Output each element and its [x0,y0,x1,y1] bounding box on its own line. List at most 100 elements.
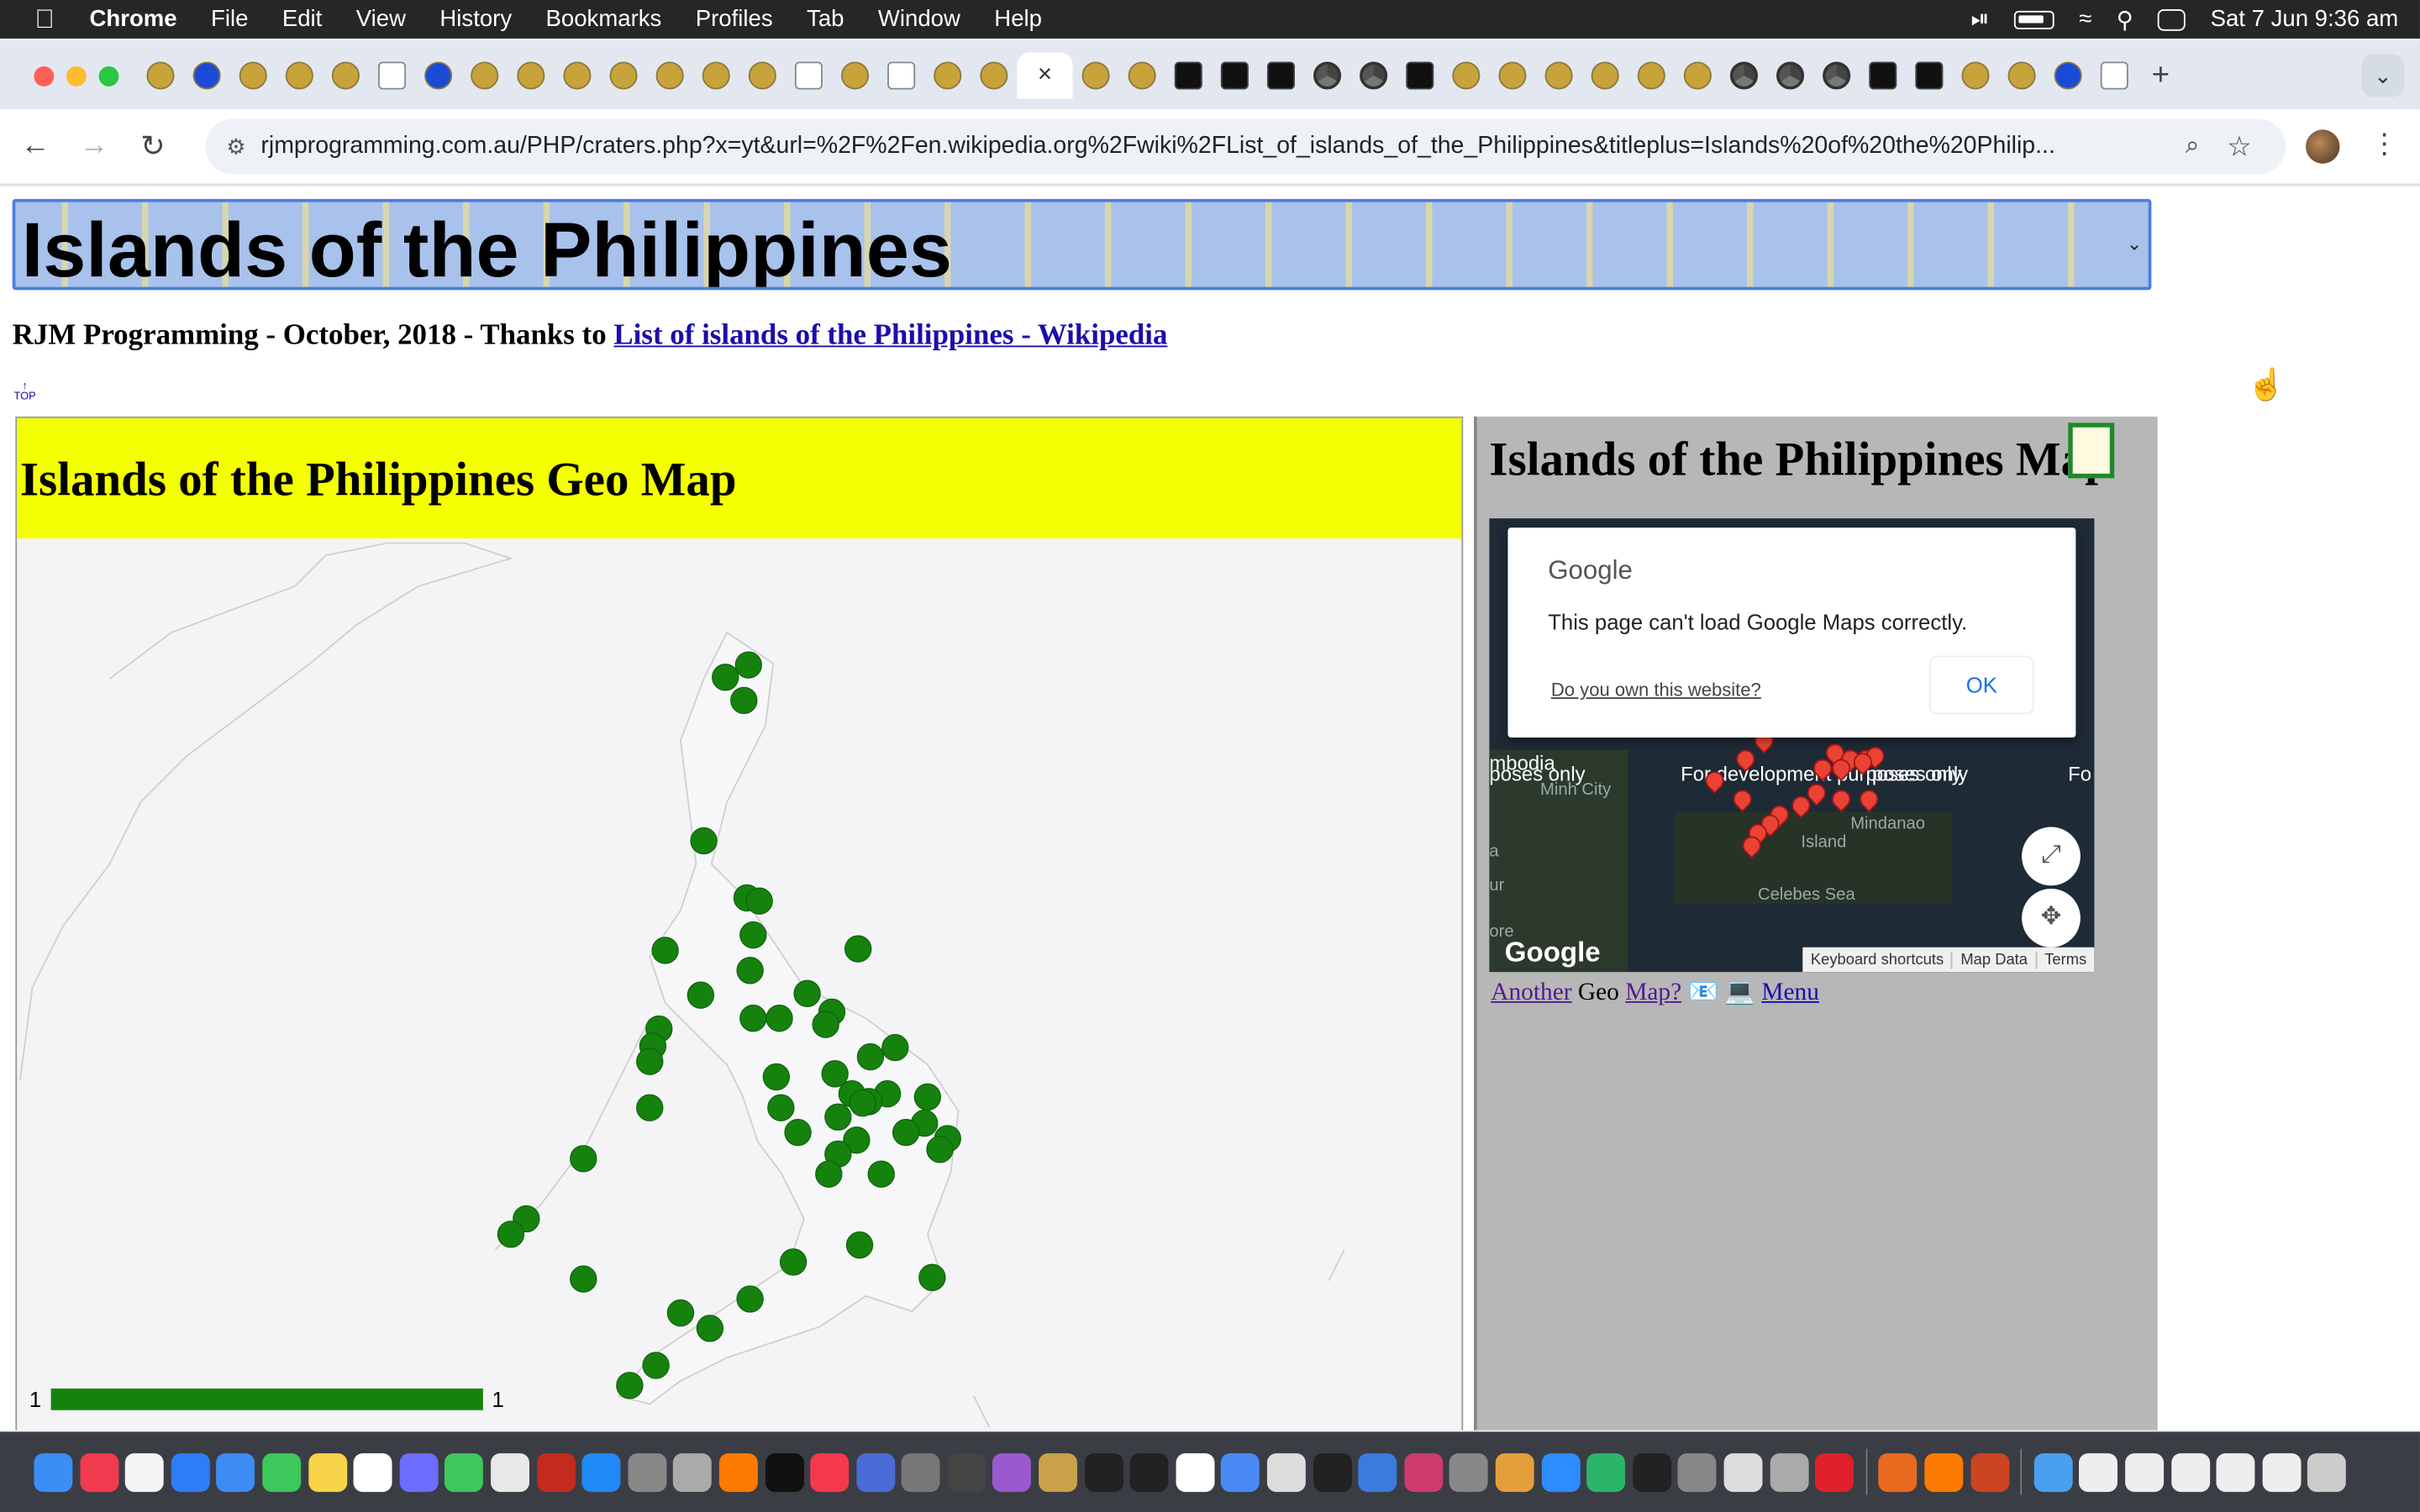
zoom-icon[interactable]: ⌕ [2186,133,2199,160]
island-marker[interactable] [845,1231,874,1259]
tab-brush[interactable] [508,52,554,98]
dock-news-icon[interactable] [810,1452,850,1492]
tab-info[interactable] [415,52,461,98]
tab-brush[interactable] [230,52,276,98]
tab-afl[interactable] [1628,52,1675,98]
dock-gimp-icon[interactable] [1678,1452,1718,1492]
island-marker[interactable] [696,1315,724,1342]
menu-app-name[interactable]: Chrome [90,6,177,32]
tab-brush[interactable] [971,52,1017,98]
close-tab-icon[interactable]: × [1038,61,1052,89]
dock-messages-icon[interactable] [262,1452,302,1492]
dock-inkscape-icon[interactable] [1632,1452,1671,1492]
island-marker[interactable] [616,1372,644,1399]
tab-chrome[interactable] [1721,52,1767,98]
dock-appstore-icon[interactable] [581,1452,621,1492]
tab-brush[interactable] [1119,52,1165,98]
menu-profiles[interactable]: Profiles [696,6,773,32]
dock-filezilla-icon[interactable] [536,1452,576,1492]
dock-sequelpro-icon[interactable] [1723,1452,1763,1492]
email-icon[interactable]: 📧 [1687,979,1718,1005]
island-marker[interactable] [497,1221,525,1248]
tab-wiki[interactable] [2091,52,2138,98]
island-marker[interactable] [844,935,872,963]
battery-icon[interactable] [2013,9,2054,29]
menu-view[interactable]: View [356,6,406,32]
tab-page[interactable] [369,52,415,98]
island-marker[interactable] [918,1263,946,1291]
dock-window-icon[interactable] [2216,1452,2255,1492]
dock-music-icon[interactable] [79,1452,118,1492]
tab-brush[interactable] [924,52,971,98]
tab-brush[interactable] [1999,52,2045,98]
menu-bookmarks[interactable]: Bookmarks [546,6,662,32]
tab-search-dropdown[interactable]: ⌄ [2361,54,2405,97]
tab-abc[interactable] [1397,52,1443,98]
computer-icon[interactable]: 💻 [1724,979,1755,1005]
tab-brush[interactable] [739,52,786,98]
dock-chrome-icon[interactable] [1221,1452,1260,1492]
tab-info[interactable] [2045,52,2091,98]
tab-page[interactable] [878,52,924,98]
dock-keka-icon[interactable] [1769,1452,1808,1492]
another-link[interactable]: Another [1491,979,1571,1005]
dock-window-icon[interactable] [2170,1452,2210,1492]
island-marker[interactable] [730,686,758,715]
tab-dots[interactable] [1675,52,1721,98]
island-marker[interactable] [867,1160,895,1188]
island-marker[interactable] [570,1265,597,1293]
island-marker[interactable] [570,1145,597,1173]
close-window-button[interactable] [34,66,55,86]
map-link[interactable]: Map? [1625,979,1681,1005]
geo-chart-map[interactable] [17,538,1462,1431]
dock-notes-icon[interactable] [308,1452,347,1492]
tab-page[interactable] [786,52,832,98]
menu-link[interactable]: Menu [1761,979,1819,1005]
dock-trash-icon[interactable] [2307,1452,2347,1492]
dock-window-icon[interactable] [2262,1452,2301,1492]
zoom-window-button[interactable] [98,66,119,86]
tab-circle[interactable] [1582,52,1628,98]
bookmark-star-icon[interactable]: ☆ [2227,130,2252,163]
dock-calendar-icon[interactable] [1176,1452,1215,1492]
tab-dots[interactable] [1443,52,1489,98]
island-marker[interactable] [881,1033,909,1062]
back-button[interactable]: ← [6,129,65,163]
top-link[interactable]: ↑ TOP [14,381,36,403]
tab-brush[interactable] [323,52,369,98]
island-marker[interactable] [762,1063,791,1091]
island-marker[interactable] [666,1299,695,1327]
new-tab-button[interactable]: + [2138,58,2184,93]
dock-safari-icon[interactable] [171,1452,210,1492]
dock-noinfo-icon[interactable] [855,1452,895,1492]
dock-file-icon[interactable] [490,1452,529,1492]
island-marker[interactable] [926,1136,954,1163]
dock-launchpad-icon[interactable] [399,1452,439,1492]
island-marker[interactable] [815,1160,843,1188]
tab-google[interactable] [1073,52,1119,98]
dock-firefox-icon[interactable] [718,1452,758,1492]
chevron-down-icon[interactable]: ⌄ [2127,233,2142,255]
dock-facetime-icon[interactable] [445,1452,484,1492]
dock-opera-icon[interactable] [1815,1452,1854,1492]
dock-podcasts-icon[interactable] [992,1452,1032,1492]
notepad-pencil-icon[interactable] [2068,423,2115,479]
tab-brush[interactable] [647,52,693,98]
dock-preview-icon[interactable] [673,1452,713,1492]
dock-finder-folder-icon[interactable] [2033,1452,2073,1492]
island-marker[interactable] [765,1005,793,1032]
dock-mail-icon[interactable] [216,1452,255,1492]
dock-terminal-icon[interactable] [1313,1452,1352,1492]
dock-photobooth-icon[interactable] [1970,1452,2009,1492]
tab-brush[interactable] [1952,52,1998,98]
island-marker[interactable] [812,1011,839,1038]
dock-window-icon[interactable] [2124,1452,2164,1492]
dock-firefox-icon[interactable] [1924,1452,1964,1492]
menu-file[interactable]: File [211,6,248,32]
dock-quicktime-icon[interactable] [1358,1452,1397,1492]
island-marker[interactable] [687,981,715,1009]
menu-help[interactable]: Help [994,6,1042,32]
apple-menu-icon[interactable]:  [0,4,90,35]
tab-brush[interactable] [554,52,600,98]
dock-stickies-icon[interactable] [1039,1452,1078,1492]
